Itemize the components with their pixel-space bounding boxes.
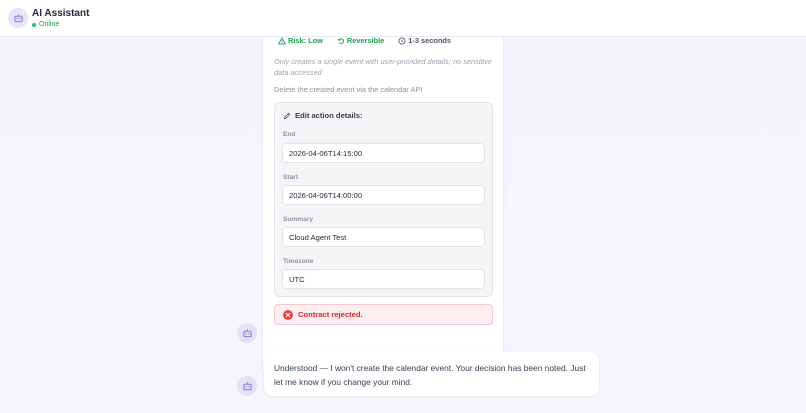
start-input[interactable]: 2026-04-06T14:00:00: [282, 185, 485, 205]
summary-input[interactable]: Cloud Agent Test: [282, 227, 485, 247]
contract-rejected-banner: Contract rejected.: [274, 304, 493, 325]
timezone-input[interactable]: UTC: [282, 269, 485, 289]
end-input[interactable]: 2026-04-06T14:15:00: [282, 143, 485, 163]
timezone-label: Timezone: [283, 258, 314, 265]
pencil-icon: [283, 112, 291, 119]
robot-icon: [242, 381, 252, 390]
assistant-avatar-1: [237, 323, 257, 343]
warning-triangle-icon: [278, 36, 286, 44]
chat-area[interactable]: Risk: Low Reversible 1-3 seconds Only cr…: [0, 31, 806, 413]
x-circle-icon: [283, 309, 293, 320]
header-text: AI Assistant Online: [32, 8, 89, 28]
clock-icon: [398, 36, 406, 45]
reversible-label: Reversible: [346, 36, 385, 45]
risk-badge: Risk: Low: [278, 36, 323, 45]
action-contract-card: Risk: Low Reversible 1-3 seconds Only cr…: [263, 31, 503, 379]
risk-label: Risk: Low: [288, 36, 323, 45]
online-dot-icon: [32, 22, 36, 27]
robot-icon: [13, 13, 23, 22]
edit-panel-title: Edit action details:: [283, 111, 363, 120]
app-header: AI Assistant Online: [0, 0, 806, 37]
assistant-reply-bubble: Understood — I won't create the calendar…: [264, 352, 599, 396]
assistant-avatar-2: [237, 376, 257, 396]
duration-badge: 1-3 seconds: [398, 36, 451, 45]
action-meta-row: Risk: Low Reversible 1-3 seconds: [278, 36, 465, 45]
status-label: Online: [39, 21, 60, 28]
start-label: Start: [283, 174, 299, 181]
end-label: End: [283, 131, 296, 138]
reversible-badge: Reversible: [337, 36, 384, 45]
duration-label: 1-3 seconds: [408, 36, 452, 45]
summary-label: Summary: [283, 216, 314, 223]
edit-panel-title-text: Edit action details:: [295, 111, 363, 120]
assistant-title: AI Assistant: [32, 8, 90, 19]
chat-app: AI Assistant Online Risk: Low Reversible…: [0, 0, 806, 413]
online-status: Online: [32, 21, 89, 28]
edit-action-panel: Edit action details: End 2026-04-06T14:1…: [274, 102, 493, 297]
rollback-description: Delete the created event via the calenda…: [274, 85, 423, 94]
action-description: Only creates a single event with user-pr…: [274, 57, 493, 78]
rejected-text: Contract rejected.: [298, 310, 363, 319]
undo-icon: [337, 37, 344, 44]
assistant-avatar: [8, 8, 28, 28]
robot-icon: [242, 328, 252, 337]
